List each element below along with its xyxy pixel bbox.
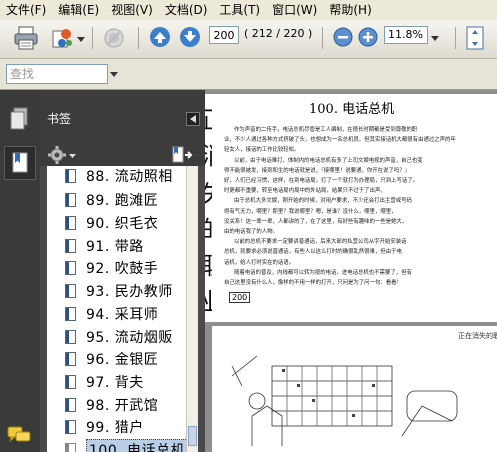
- page-text-line: 由的电话我了的人物。: [224, 229, 278, 235]
- bookmark-label: 98. 开武馆: [86, 398, 159, 414]
- bookmark-label: 93. 民办教师: [86, 284, 173, 300]
- print-icon[interactable]: [12, 24, 40, 52]
- page-text-line: 随着电话的普及，内线都可以转为按的电话，进电话总机也不需要了，但有: [234, 269, 412, 276]
- page-text-line: 总机，就要求必须说普通话，有些人以这么打时的确很乱然很难，但由于电: [224, 249, 402, 256]
- pages-panel-icon[interactable]: [8, 106, 30, 132]
- zoom-level-input[interactable]: 11.8%: [384, 26, 428, 44]
- bookmark-label: 91. 带路: [86, 239, 144, 255]
- bookmark-item-94[interactable]: 94. 采耳师: [47, 302, 197, 326]
- page-text-line: 业，不少人通过各种方式挤破了头，也想成为一名总机员。但其实接话机大都很有由通过之…: [224, 137, 456, 144]
- collaborate-dropdown-icon[interactable]: [76, 34, 86, 44]
- page-text-line: 话机，给人打时实在的话语。: [224, 259, 295, 266]
- menu-help[interactable]: 帮助(H): [323, 0, 377, 20]
- bookmark-page-icon: [65, 398, 76, 412]
- bookmark-page-icon: [65, 307, 76, 321]
- bookmark-item-89[interactable]: 89. 跑滩匠: [47, 188, 197, 212]
- bookmark-item-98[interactable]: 98. 开武馆: [47, 393, 197, 417]
- collaborate-icon[interactable]: [48, 24, 76, 52]
- bookmark-item-97[interactable]: 97. 背夫: [47, 370, 197, 394]
- bookmark-item-90[interactable]: 90. 织毛衣: [47, 211, 197, 235]
- page-text-line: 好，人们已经习惯，这样，在到电话局，打了一个就打为办理局，只到上写话了。: [224, 178, 419, 184]
- bookmark-label: 94. 采耳师: [86, 307, 159, 323]
- pdf-page-201: 正在消失的职业: [212, 326, 497, 452]
- bookmarks-panel-header: 书签: [40, 90, 205, 139]
- bookmark-item-99[interactable]: 99. 猎户: [47, 415, 197, 439]
- bookmark-label: 89. 跑滩匠: [86, 193, 159, 209]
- page-text-line: 得不能很被发，接到和生的电话就是说，『接哪里！说要通，你开在说了吗？』: [224, 167, 410, 174]
- page-text-line: 以前，由于电话难打，体制内的电话总机有多了上司文娱电视的声音，自己也变: [234, 157, 423, 164]
- scrollbar-thumb[interactable]: [188, 426, 197, 446]
- bookmark-item-100[interactable]: 100. 电话总机: [47, 438, 197, 452]
- bookmark-page-icon: [65, 284, 76, 298]
- fit-page-icon[interactable]: [462, 24, 488, 52]
- bookmark-label: 99. 猎户: [86, 420, 144, 436]
- menu-window[interactable]: 窗口(W): [266, 0, 323, 20]
- zoom-in-icon[interactable]: [357, 26, 379, 48]
- navigation-strip: [0, 90, 40, 452]
- options-gear-icon[interactable]: [46, 144, 68, 166]
- bookmark-label: 97. 背夫: [86, 375, 144, 391]
- bookmark-item-88[interactable]: 88. 流动照相: [47, 166, 197, 188]
- page-text-line: 作为声音的二传手，电话总机尽管是工人编制，在很长时期都是受到尊敬的职: [234, 127, 418, 133]
- bookmark-page-icon: [65, 216, 76, 230]
- bookmark-page-icon: [65, 261, 76, 275]
- illustration-image: [231, 355, 458, 446]
- bookmark-item-96[interactable]: 96. 金银匠: [47, 347, 197, 371]
- menu-view[interactable]: 视图(V): [105, 0, 159, 20]
- page-text-line: 以前的总机不要求一定要讲普通话，后来大部的私营公司从字开始安装话: [234, 239, 407, 246]
- page-total-label: ( 212 / 220 ): [244, 27, 313, 40]
- bookmark-page-icon: [65, 193, 76, 207]
- bookmark-page-icon: [65, 330, 76, 344]
- bookmark-label: 92. 吹鼓手: [86, 261, 159, 277]
- bookmark-label: 96. 金银匠: [86, 352, 159, 368]
- bookmark-page-icon: [65, 443, 76, 452]
- search-input[interactable]: 查找: [6, 64, 108, 84]
- bookmark-label: 100. 电话总机: [86, 439, 189, 452]
- bookmark-item-95[interactable]: 95. 流动烟贩: [47, 325, 197, 349]
- menu-bar: 文件(F) 编辑(E) 视图(V) 文档(D) 工具(T) 窗口(W) 帮助(H…: [0, 0, 497, 21]
- page-text-line: 时更都不重要，转至电话局内局中的外站局，结果只不过于了出声。: [224, 188, 386, 195]
- page-number-label: 200: [229, 292, 251, 303]
- page-heading: 100. 电话总机: [309, 102, 395, 117]
- bookmarks-panel-title: 书签: [47, 112, 72, 126]
- bookmark-item-91[interactable]: 91. 带路: [47, 234, 197, 258]
- zoom-out-icon[interactable]: [332, 26, 354, 48]
- bookmark-label: 88. 流动照相: [86, 169, 173, 185]
- menu-tools[interactable]: 工具(T): [213, 0, 266, 20]
- pdf-page-200: 100. 电话总机 作为声音的二传手，电话总机尽管是工人编制，在很长时期都是受到…: [212, 94, 497, 322]
- bookmark-label: 95. 流动烟贩: [86, 330, 173, 346]
- collapse-panel-icon[interactable]: [186, 112, 200, 126]
- next-page-icon[interactable]: [178, 25, 202, 49]
- page-text-line: 轻女人，接话的工作比较轻松。: [224, 147, 300, 154]
- sign-icon[interactable]: [100, 24, 128, 52]
- bookmark-item-93[interactable]: 93. 民办教师: [47, 279, 197, 303]
- bookmark-page-icon: [65, 169, 76, 183]
- search-dropdown-icon[interactable]: [109, 69, 119, 79]
- bookmark-page-icon: [65, 352, 76, 366]
- expand-bookmark-icon[interactable]: [170, 145, 194, 165]
- previous-page-icon[interactable]: [148, 25, 172, 49]
- bookmark-page-icon: [65, 420, 76, 434]
- bookmark-list: 88. 流动照相 89. 跑滩匠 90. 织毛衣 91. 带路 92. 吹鼓手 …: [47, 166, 197, 452]
- options-dropdown-icon[interactable]: [68, 152, 76, 160]
- menu-file[interactable]: 文件(F): [0, 0, 52, 20]
- page-number-input[interactable]: 200: [209, 26, 239, 44]
- page-text-line: 没关系！这一辈一辈，人都讲的了，在了这里，有好些有趣味的一些是她大，: [224, 218, 408, 225]
- menu-edit[interactable]: 编辑(E): [52, 0, 105, 20]
- comments-icon[interactable]: [6, 424, 32, 446]
- bookmarks-panel-icon[interactable]: [4, 146, 36, 180]
- page-text-line: 自己这里没有什么人，像样的不用一样的打开，只问是为了问一句：看看！: [224, 280, 402, 286]
- bookmark-page-icon: [65, 239, 76, 253]
- bookmark-list-scrollbar[interactable]: [186, 166, 198, 452]
- bookmark-item-92[interactable]: 92. 吹鼓手: [47, 256, 197, 280]
- page-text-line: 得有气无力，哪里？那里？我说哪里？嗯，是谁？没什么，哪里，哪里，: [224, 208, 397, 215]
- menu-document[interactable]: 文档(D): [159, 0, 214, 20]
- zoom-dropdown-icon[interactable]: [429, 32, 441, 44]
- page-text-line: 由于总机大多文娱，刚开始的时候，对用户要求，不少还会打出主营或号码: [234, 198, 412, 205]
- bookmark-label: 90. 织毛衣: [86, 216, 159, 232]
- bookmark-page-icon: [65, 375, 76, 389]
